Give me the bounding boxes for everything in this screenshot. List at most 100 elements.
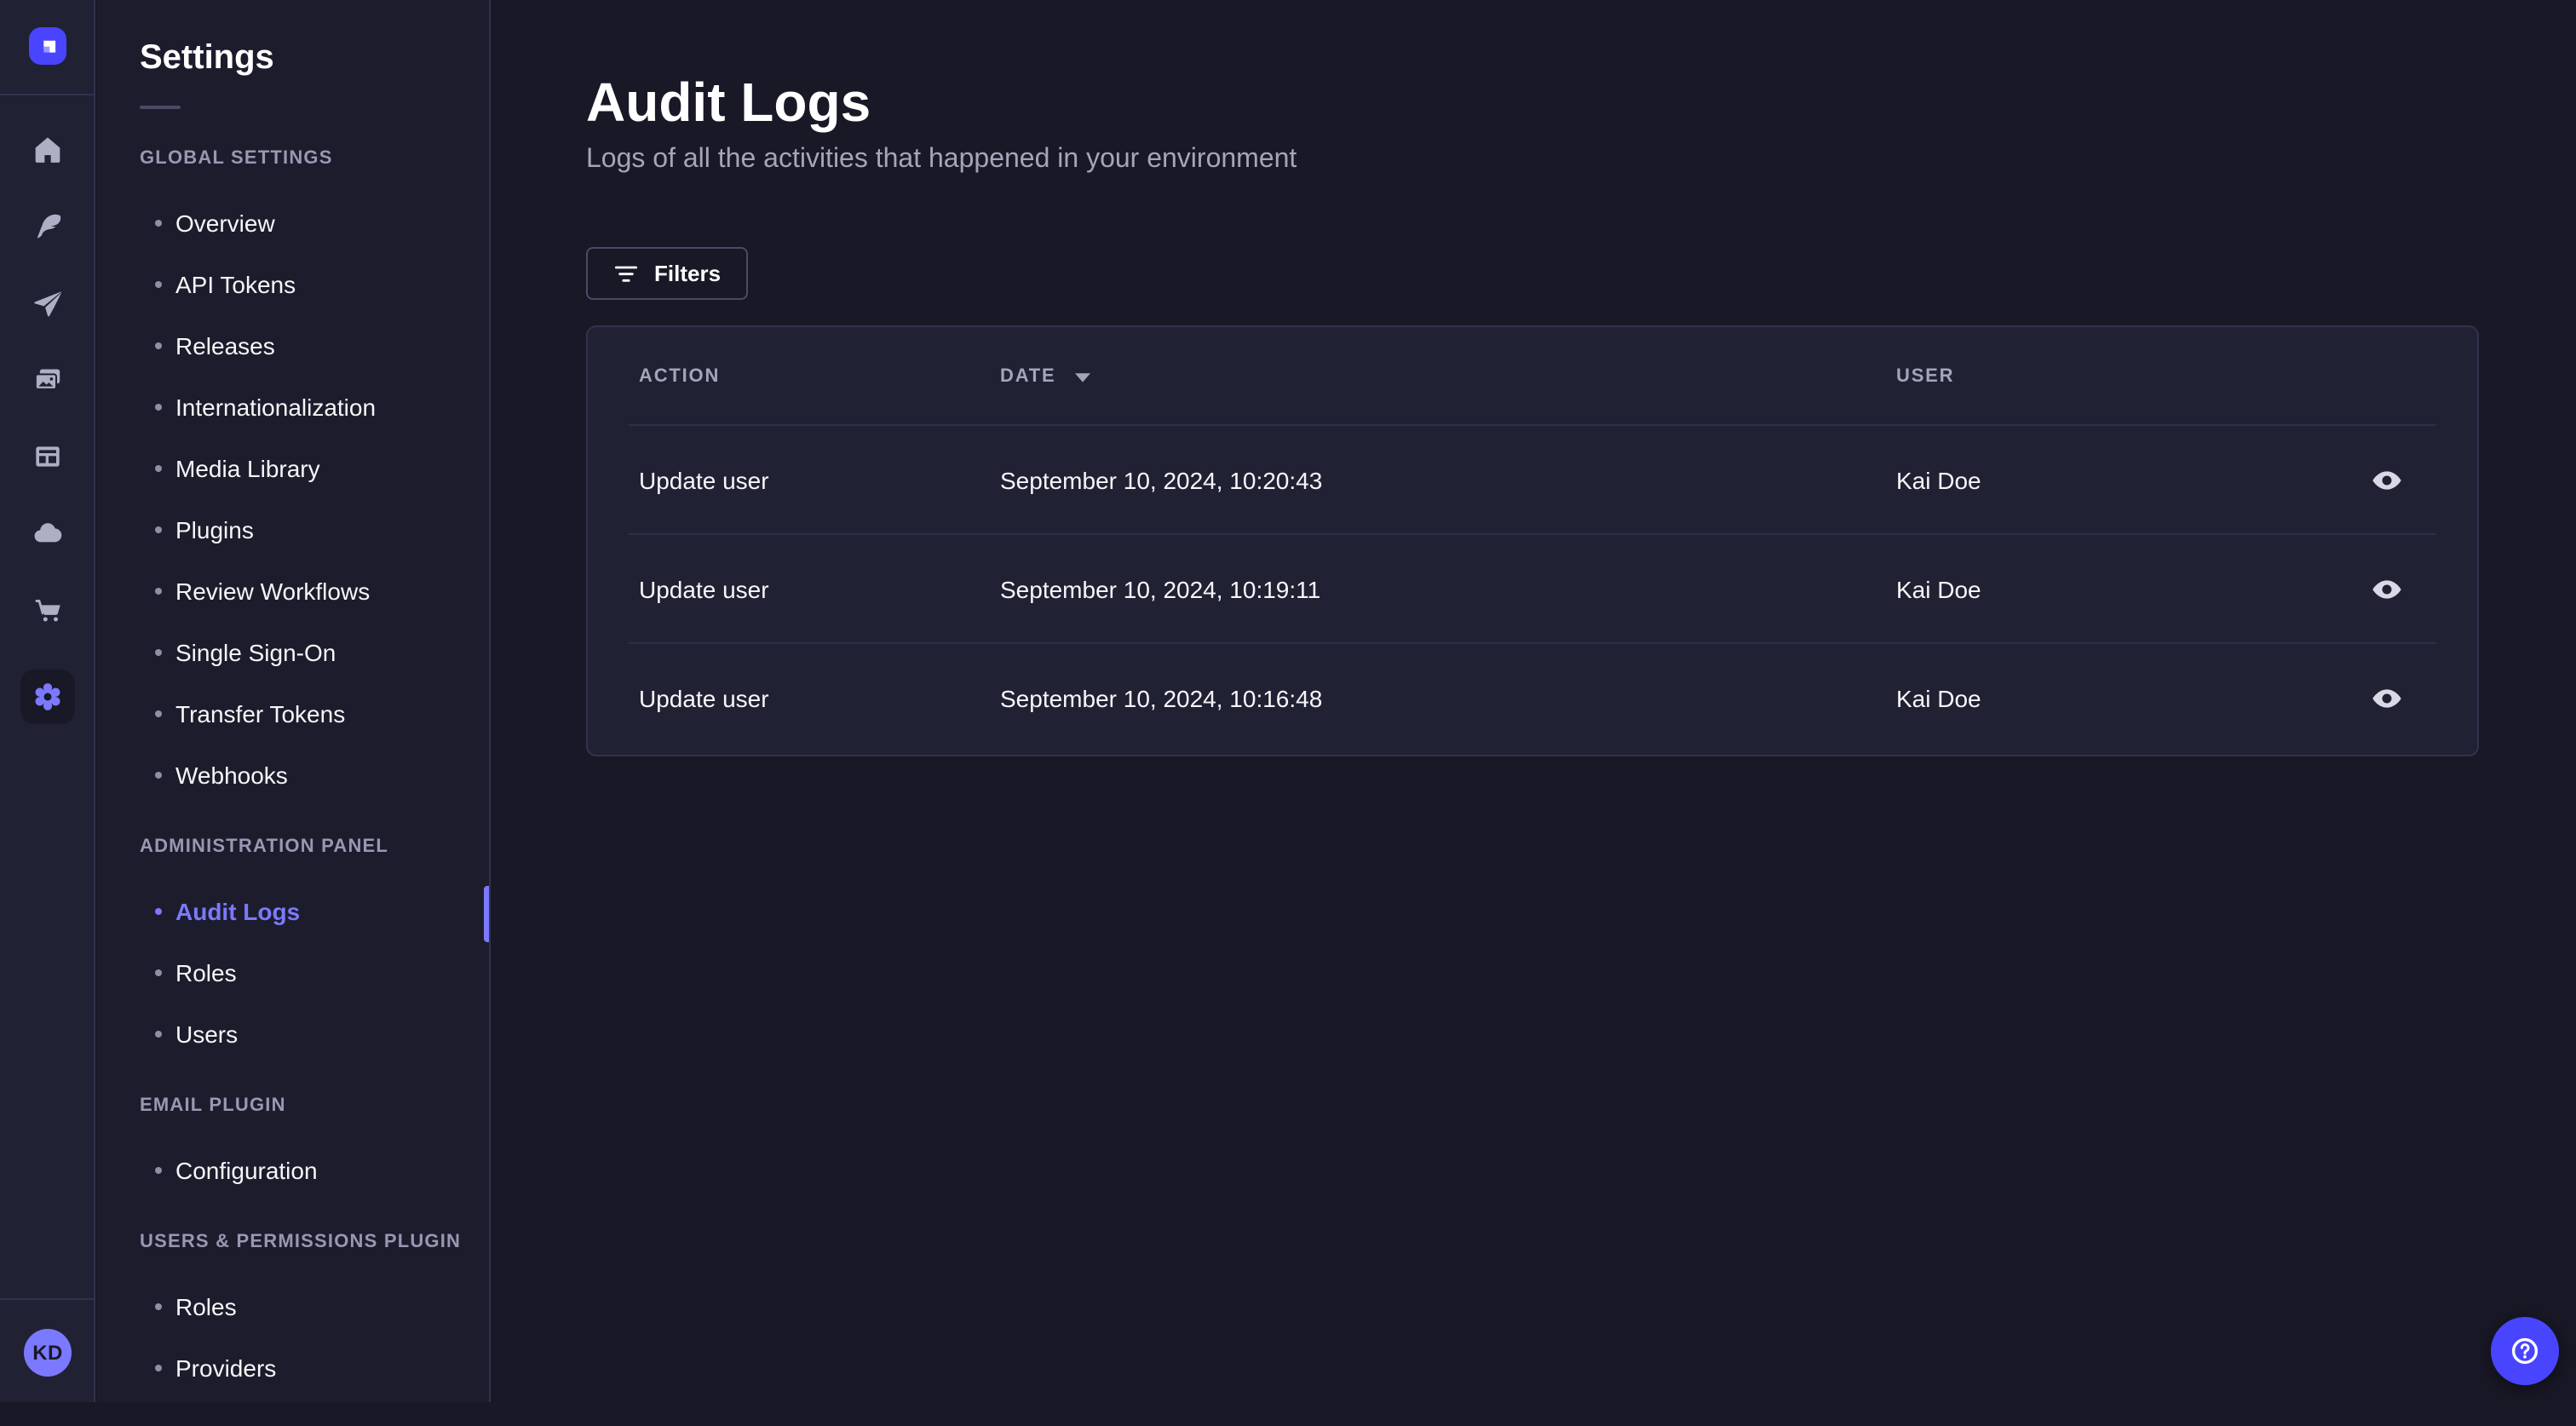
cart-icon[interactable] — [30, 593, 64, 627]
help-button[interactable] — [2491, 1317, 2559, 1385]
sidebar-section-items: Audit Logs Roles Users — [97, 881, 489, 1065]
media-library-icon[interactable] — [30, 363, 64, 397]
sidebar-item-configuration[interactable]: Configuration — [97, 1140, 489, 1201]
sidebar-item-audit-logs[interactable]: Audit Logs — [97, 881, 489, 942]
sidebar-item-label: API Tokens — [175, 271, 296, 298]
main-nav-rail: KD — [0, 0, 95, 1402]
sidebar-section-items: Overview API Tokens Releases Internationali… — [97, 193, 489, 806]
page-subtitle: Logs of all the activities that happened… — [586, 145, 1297, 174]
sidebar-section-global-settings: GLOBAL SETTINGS — [140, 148, 333, 169]
cell-user: Kai Doe — [1896, 467, 1981, 494]
sidebar-item-label: Overview — [175, 210, 275, 237]
settings-gear-icon[interactable] — [20, 670, 74, 724]
sidebar-item-label: Review Workflows — [175, 578, 371, 605]
user-avatar[interactable]: KD — [24, 1329, 72, 1377]
table-body: Update user September 10, 2024, 10:20:43 K… — [588, 426, 2477, 753]
sidebar-item-media-library[interactable]: Media Library — [97, 438, 489, 499]
sidebar-item-plugins[interactable]: Plugins — [97, 499, 489, 561]
view-log-button[interactable] — [2366, 569, 2407, 610]
sidebar-item-review-workflows[interactable]: Review Workflows — [97, 561, 489, 622]
sidebar-item-single-sign-on[interactable]: Single Sign-On — [97, 622, 489, 683]
bullet-icon — [155, 342, 162, 349]
sort-desc-icon — [1072, 371, 1091, 382]
table-row: Update user September 10, 2024, 10:16:48 K… — [588, 644, 2477, 753]
page-title: Audit Logs — [586, 72, 871, 133]
bullet-icon — [155, 772, 162, 779]
bullet-icon — [155, 1167, 162, 1174]
strapi-logo-glyph — [43, 39, 55, 52]
settings-subnav: Settings GLOBAL SETTINGS Overview API Toke… — [97, 0, 491, 1402]
title-divider — [140, 106, 181, 109]
bullet-icon — [155, 710, 162, 717]
sidebar-item-webhooks[interactable]: Webhooks — [97, 745, 489, 806]
sidebar-section-items: Configuration — [97, 1140, 489, 1201]
view-log-button[interactable] — [2366, 678, 2407, 719]
column-header-action: ACTION — [639, 366, 721, 387]
sidebar-item-releases[interactable]: Releases — [97, 315, 489, 377]
eye-icon — [2372, 580, 2401, 599]
sidebar-item-roles[interactable]: Roles — [97, 942, 489, 1003]
sidebar-item-label: Internationalization — [175, 394, 377, 421]
column-header-date[interactable]: DATE — [1000, 327, 1091, 426]
home-icon[interactable] — [30, 133, 64, 167]
strapi-admin-app: KD Settings GLOBAL SETTINGS Overview API T… — [0, 0, 2576, 1402]
eye-icon — [2372, 471, 2401, 490]
table-row: Update user September 10, 2024, 10:19:11 K… — [588, 535, 2477, 644]
cloud-icon[interactable] — [30, 516, 64, 550]
filters-button[interactable]: Filters — [586, 247, 749, 300]
sidebar-section-email-plugin: EMAIL PLUGIN — [140, 1095, 286, 1116]
bullet-icon — [155, 465, 162, 472]
sidebar-item-roles[interactable]: Roles — [97, 1276, 489, 1337]
sidebar-item-label: Releases — [175, 332, 275, 359]
bullet-icon — [155, 969, 162, 976]
strapi-logo[interactable] — [29, 27, 66, 65]
sidebar-item-label: Configuration — [175, 1157, 318, 1184]
sidebar-item-label: Providers — [175, 1354, 277, 1382]
bullet-icon — [155, 1365, 162, 1371]
sidebar-item-label: Roles — [175, 1293, 237, 1320]
table-row: Update user September 10, 2024, 10:20:43 K… — [588, 426, 2477, 535]
rail-icon-list — [0, 95, 94, 724]
active-item-indicator — [484, 886, 489, 942]
view-log-button[interactable] — [2366, 460, 2407, 501]
sidebar-item-providers[interactable]: Providers — [97, 1337, 489, 1399]
sidebar-item-label: Users — [175, 1021, 239, 1048]
cell-user: Kai Doe — [1896, 576, 1981, 603]
question-mark-icon — [2511, 1337, 2539, 1365]
sidebar-item-label: Roles — [175, 959, 237, 986]
sidebar-section-administration-panel: ADMINISTRATION PANEL — [140, 837, 389, 857]
paper-plane-icon[interactable] — [30, 286, 64, 320]
cell-action: Update user — [639, 576, 769, 603]
cell-date: September 10, 2024, 10:19:11 — [1000, 576, 1321, 603]
bullet-icon — [155, 649, 162, 656]
cell-action: Update user — [639, 467, 769, 494]
layout-icon[interactable] — [30, 440, 64, 474]
sidebar-section-users-permissions-plugin: USERS & PERMISSIONS PLUGIN — [140, 1232, 462, 1252]
sidebar-item-api-tokens[interactable]: API Tokens — [97, 254, 489, 315]
sidebar-item-label: Webhooks — [175, 762, 288, 789]
bullet-icon — [155, 1303, 162, 1310]
eye-icon — [2372, 689, 2401, 708]
bullet-icon — [155, 220, 162, 227]
sidebar-item-label: Transfer Tokens — [175, 700, 346, 727]
bullet-icon — [155, 588, 162, 595]
rail-divider — [0, 1298, 94, 1300]
feather-icon[interactable] — [30, 210, 64, 244]
sidebar-item-label: Single Sign-On — [175, 639, 336, 666]
sidebar-item-label: Media Library — [175, 455, 320, 482]
sidebar-item-label: Plugins — [175, 516, 254, 543]
bullet-icon — [155, 1031, 162, 1038]
sidebar-item-internationalization[interactable]: Internationalization — [97, 377, 489, 438]
bullet-icon — [155, 281, 162, 288]
cell-date: September 10, 2024, 10:16:48 — [1000, 685, 1323, 712]
subnav-sections: GLOBAL SETTINGS Overview API Tokens Release… — [97, 145, 489, 1426]
cell-date: September 10, 2024, 10:20:43 — [1000, 467, 1323, 494]
sidebar-item-label: Audit Logs — [175, 898, 301, 925]
cell-user: Kai Doe — [1896, 685, 1981, 712]
sidebar-item-transfer-tokens[interactable]: Transfer Tokens — [97, 683, 489, 745]
bullet-icon — [155, 526, 162, 533]
sidebar-item-overview[interactable]: Overview — [97, 193, 489, 254]
sidebar-item-users[interactable]: Users — [97, 1003, 489, 1065]
table-header-row: ACTION DATE USER — [588, 327, 2477, 426]
bullet-icon — [155, 908, 162, 915]
